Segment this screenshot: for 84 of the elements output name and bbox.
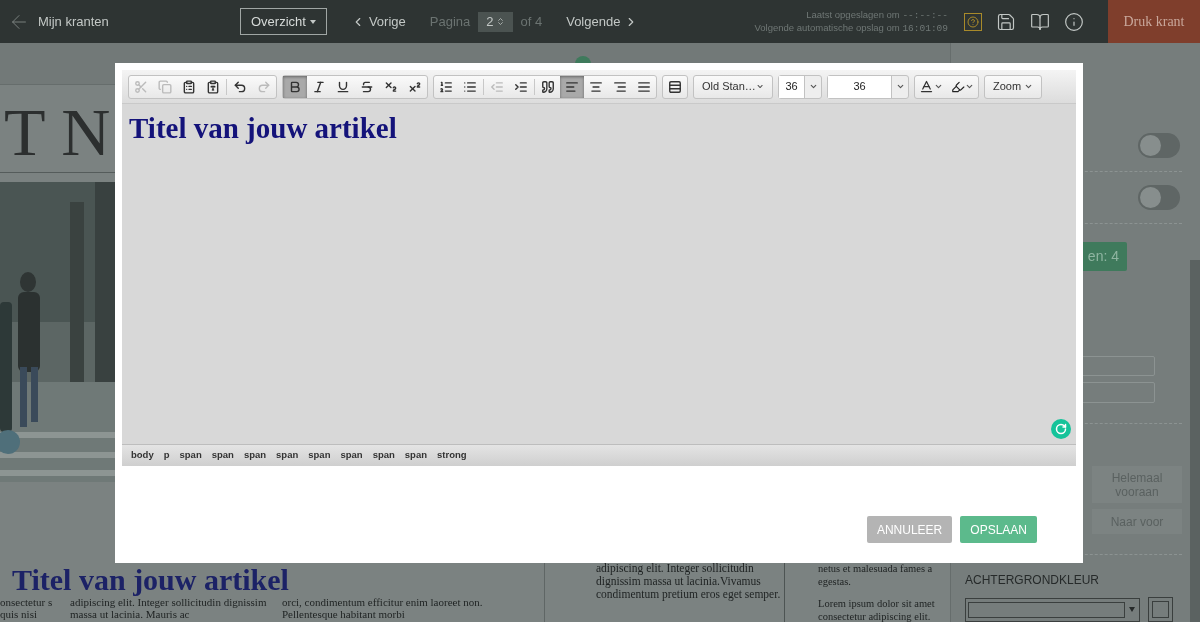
help-icon — [967, 15, 979, 28]
text-color-icon — [919, 79, 934, 94]
numbered-list-icon — [439, 79, 453, 94]
underline-icon — [336, 79, 350, 94]
subscript-icon — [384, 79, 398, 94]
autosave-text: Volgende automatische opslag om 16:01:09 — [754, 21, 948, 35]
article-text: adipiscing elit. Integer sollicitudin dignissim massa ut lacinia. Mauris ac — [70, 596, 268, 620]
font-select[interactable]: Old Stan… — [693, 74, 773, 99]
view-select[interactable]: Overzicht — [240, 8, 327, 35]
last-saved-text: Laatst opgeslagen om --:--:-- — [806, 8, 948, 22]
line-height-icon — [668, 79, 682, 94]
bullet-list-icon — [463, 79, 477, 94]
toggle-switch[interactable] — [1138, 184, 1180, 210]
help-button[interactable] — [964, 12, 982, 31]
italic-icon — [312, 79, 326, 94]
print-button[interactable]: Druk krant — [1108, 0, 1200, 43]
text-color-button[interactable] — [919, 79, 943, 94]
caret-icon — [309, 19, 316, 24]
cut-icon — [134, 79, 148, 94]
align-center-icon — [589, 79, 603, 94]
caret-icon — [965, 82, 974, 91]
highlighter-icon — [951, 79, 965, 94]
highlight-color-button[interactable] — [951, 79, 974, 94]
path-link[interactable]: span — [179, 448, 202, 463]
path-link[interactable]: span — [211, 448, 234, 463]
caret-icon — [755, 82, 764, 91]
caret-icon — [895, 82, 905, 91]
article-title: Titel van jouw artikel — [129, 112, 398, 144]
info-icon[interactable] — [1064, 11, 1084, 32]
clipboard-icon — [206, 79, 220, 94]
path-link[interactable]: span — [404, 448, 427, 463]
scrollbar[interactable] — [1190, 260, 1200, 622]
book-icon[interactable] — [1030, 11, 1050, 32]
spinner-arrows-icon — [495, 17, 505, 26]
strikethrough-icon — [360, 79, 374, 94]
section-label: ACHTERGRONDKLEUR — [965, 572, 1099, 589]
font-size-field[interactable]: 36 — [779, 75, 805, 98]
justify-icon — [637, 79, 651, 94]
path-link[interactable]: span — [243, 448, 267, 463]
article-text: orci, condimentum efficitur enim laoreet non. Pellentesque habitant morbi — [282, 596, 484, 620]
redo-icon — [257, 79, 271, 94]
path-link[interactable]: body — [131, 448, 154, 463]
clipboard-icon — [182, 79, 196, 94]
next-button[interactable]: Volgende — [566, 11, 639, 32]
article-text: Lorem ipsum dolor sit amet consectetur adipiscing elit. — [818, 597, 936, 622]
quote-icon — [541, 79, 555, 94]
article-text: onsectetur s quis nisi — [0, 596, 54, 620]
zoom-select[interactable]: Zoom — [984, 74, 1042, 99]
caret-icon — [934, 82, 943, 91]
masthead: T N — [4, 93, 111, 172]
align-left-icon — [565, 79, 579, 94]
headline: Titel van jouw artikel — [12, 564, 289, 596]
color-swatch[interactable] — [1148, 597, 1173, 622]
path-link[interactable]: span — [308, 448, 331, 463]
editor-canvas[interactable]: Titel van jouw artikel — [122, 104, 1076, 444]
indent-icon — [514, 79, 528, 94]
color-select[interactable] — [965, 597, 1140, 622]
refresh-icon — [1055, 423, 1067, 435]
undo-icon — [233, 79, 247, 94]
grammar-check-icon[interactable] — [1051, 419, 1071, 439]
path-link[interactable]: span — [340, 448, 363, 463]
page-total: of 4 — [520, 12, 543, 31]
page-label: Pagina — [429, 12, 471, 31]
superscript-icon — [408, 79, 422, 94]
bold-button[interactable] — [283, 75, 307, 98]
article-text: adipiscing elit. Integer sollicitudin dignissim massa ut lacinia.Vivamus condimentum pretium eros eget semper. — [596, 562, 781, 601]
previous-button[interactable]: Vorige — [350, 11, 406, 32]
path-link[interactable]: strong — [437, 448, 467, 463]
bold-icon — [288, 79, 302, 94]
save-icon[interactable] — [996, 11, 1016, 32]
caret-icon — [808, 82, 818, 91]
align-right-icon — [613, 79, 627, 94]
size-field[interactable]: 36 — [828, 75, 892, 98]
back-link[interactable]: Mijn kranten — [0, 10, 240, 33]
align-left-button[interactable] — [560, 75, 584, 98]
path-link[interactable]: p — [163, 448, 170, 463]
path-link[interactable]: span — [372, 448, 395, 463]
copy-icon — [158, 79, 172, 94]
page-spinner[interactable]: 2 — [478, 11, 513, 32]
path-link[interactable]: span — [276, 448, 299, 463]
caret-icon — [1024, 82, 1033, 91]
outdent-icon — [490, 79, 504, 94]
article-text: netus et malesuada fames a egestas. — [818, 562, 934, 588]
toggle-switch[interactable] — [1138, 132, 1180, 158]
